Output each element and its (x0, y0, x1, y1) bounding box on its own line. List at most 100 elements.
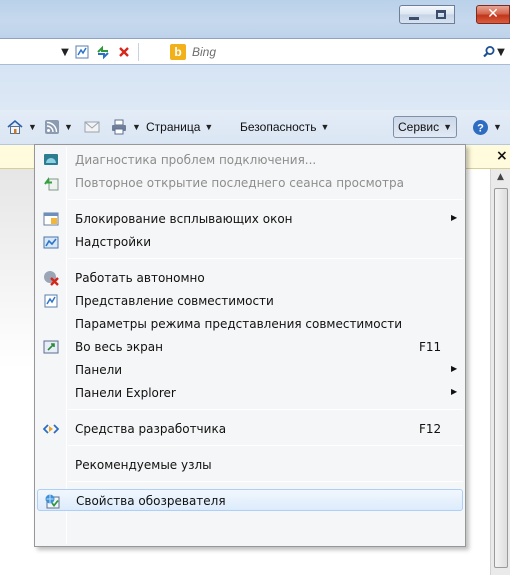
bing-logo-icon: b (170, 44, 186, 60)
compat-view-icon (44, 294, 58, 308)
menu-item-shortcut: F11 (419, 340, 442, 354)
feeds-icon (45, 120, 59, 134)
menu-item-label: Панели Explorer (75, 386, 176, 400)
menu-item-label: Повторное открытие последнего сеанса про… (75, 176, 404, 190)
menu-item-suggested-sites[interactable]: Рекомендуемые узлы (37, 454, 463, 476)
tab-strip-area (0, 65, 510, 110)
read-mail-button[interactable] (84, 116, 100, 138)
tools-menu-label: Сервис (398, 120, 440, 134)
reopen-session-icon (44, 177, 59, 191)
popup-blocker-icon (43, 212, 59, 226)
home-dropdown-arrow[interactable]: ▼ (28, 122, 37, 132)
stop-button[interactable] (115, 43, 133, 61)
menu-item-label: Свойства обозревателя (76, 494, 226, 508)
help-icon: ? (473, 119, 488, 135)
feeds-button[interactable]: ▼ (44, 116, 73, 138)
stop-icon (119, 47, 129, 57)
safety-menu-label: Безопасность (240, 120, 317, 134)
menu-separator (68, 258, 463, 259)
menu-item-internet-options[interactable]: Свойства обозревателя (37, 489, 463, 511)
tools-menu-button[interactable]: Сервис ▼ (393, 116, 458, 138)
print-button[interactable]: ▼ (110, 116, 141, 138)
maximize-button[interactable] (427, 5, 455, 24)
menu-item-label: Панели (75, 363, 123, 377)
menu-item-label: Рекомендуемые узлы (75, 458, 212, 472)
address-separator (138, 43, 139, 61)
home-button[interactable]: ▼ (6, 116, 37, 138)
minimize-button[interactable] (399, 5, 428, 24)
menu-item-explorer-bars[interactable]: Панели Explorer ▶ (37, 382, 463, 404)
addons-icon (43, 236, 59, 249)
tools-dropdown-menu: Диагностика проблем подключения... Повто… (34, 144, 466, 547)
menu-item-label: Во весь экран (75, 340, 163, 354)
search-icon (483, 46, 495, 58)
maximize-icon (436, 10, 446, 19)
menu-item-diagnose-connection[interactable]: Диагностика проблем подключения... (37, 149, 463, 171)
print-dropdown-arrow[interactable]: ▼ (132, 122, 141, 132)
svg-text:?: ? (477, 122, 484, 134)
chevron-down-icon: ▼ (320, 122, 330, 132)
menu-item-developer-tools[interactable]: Средства разработчика F12 (37, 418, 463, 440)
network-diagnostics-icon (44, 154, 58, 165)
menu-item-compat-view[interactable]: Представление совместимости (37, 290, 463, 312)
address-bar: ▼ b Bing ▼ (0, 38, 510, 65)
menu-item-shortcut: F12 (419, 422, 442, 436)
search-options-arrow[interactable]: ▼ (496, 47, 506, 58)
menu-item-label: Надстройки (75, 235, 152, 249)
submenu-arrow-icon: ▶ (451, 213, 458, 222)
dev-tools-icon (43, 424, 59, 434)
menu-item-addons[interactable]: Надстройки (37, 231, 463, 253)
menu-item-label: Средства разработчика (75, 422, 227, 436)
address-dropdown-button[interactable]: ▼ (60, 47, 70, 58)
scroll-up-button[interactable]: ▲ (493, 172, 508, 186)
menu-separator (68, 481, 463, 482)
scroll-thumb[interactable] (494, 188, 508, 568)
menu-item-reopen-session[interactable]: Повторное открытие последнего сеанса про… (37, 172, 463, 194)
window-title-bar: ✕ (0, 0, 510, 38)
home-icon (7, 119, 23, 134)
print-icon (112, 119, 126, 135)
menu-item-full-screen[interactable]: Во весь экран F11 (37, 336, 463, 358)
compat-view-button[interactable] (73, 43, 91, 61)
search-input[interactable]: b Bing (170, 42, 470, 62)
help-button[interactable]: ? ▼ (472, 116, 502, 138)
work-offline-icon (44, 271, 59, 286)
menu-item-popup-blocker[interactable]: Блокирование всплывающих окон ▶ (37, 208, 463, 230)
chevron-down-icon: ▼ (204, 122, 214, 132)
menu-item-work-offline[interactable]: Работать автономно (37, 267, 463, 289)
address-tools: ▼ (60, 42, 141, 62)
search-placeholder: Bing (192, 45, 217, 59)
menu-separator (68, 409, 463, 410)
command-bar: ▼ ▼ ▼ Страница ▼ Безопасность ▼ Сервис ▼ (0, 110, 510, 145)
menu-item-label: Работать автономно (75, 271, 205, 285)
fullscreen-icon (43, 340, 59, 354)
chevron-down-icon: ▼ (443, 122, 453, 132)
menu-item-compat-view-settings[interactable]: Параметры режима представления совместим… (37, 313, 463, 335)
help-dropdown-arrow[interactable]: ▼ (493, 122, 502, 132)
menu-separator (68, 445, 463, 446)
menu-separator (68, 199, 463, 200)
refresh-icon (97, 45, 109, 60)
submenu-arrow-icon: ▶ (451, 387, 458, 396)
menu-item-label: Параметры режима представления совместим… (75, 317, 403, 331)
refresh-button[interactable] (94, 43, 112, 61)
safety-menu-button[interactable]: Безопасность ▼ (240, 116, 329, 138)
menu-item-toolbars[interactable]: Панели ▶ (37, 359, 463, 381)
minimize-icon (409, 17, 419, 20)
feeds-dropdown-arrow[interactable]: ▼ (64, 122, 73, 132)
page-menu-button[interactable]: Страница ▼ (146, 116, 213, 138)
vertical-scrollbar[interactable]: ▲ (490, 169, 510, 575)
page-menu-label: Страница (146, 120, 201, 134)
menu-item-label: Представление совместимости (75, 294, 274, 308)
close-icon: ✕ (487, 6, 499, 22)
close-button[interactable]: ✕ (476, 5, 510, 24)
menu-item-label: Блокирование всплывающих окон (75, 212, 293, 226)
menu-item-label: Диагностика проблем подключения... (75, 153, 317, 167)
submenu-arrow-icon: ▶ (451, 364, 458, 373)
compat-view-icon (75, 45, 89, 59)
search-button[interactable]: ▼ (482, 42, 510, 62)
infobar-close-icon[interactable]: × (496, 148, 508, 164)
internet-options-icon (45, 494, 60, 509)
mail-icon (84, 121, 100, 133)
page-left-shade (0, 169, 34, 369)
